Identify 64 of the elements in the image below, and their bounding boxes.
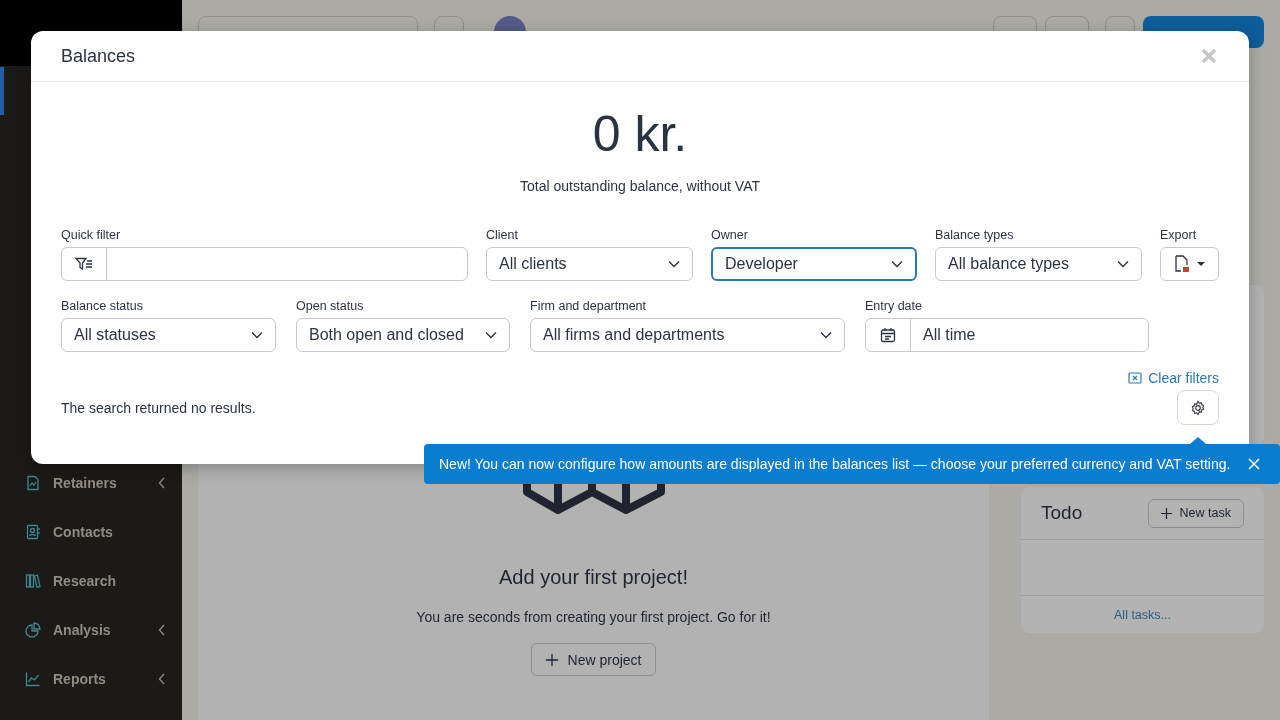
sidebar-label: Analysis [53,621,112,638]
filter-icon [75,257,93,271]
settings-icon [1190,399,1206,416]
total-amount: 0 kr. [591,106,689,162]
empty-state-text: You are seconds from creating your first project. Go for it! [416,609,771,625]
empty-results-text: The search returned no results. [61,400,256,416]
field-label: Balance status [61,299,144,314]
chevron-down-icon [820,331,832,339]
date-field[interactable]: All time [865,318,1149,352]
field-label: Export [1160,228,1198,243]
sidebar-item[interactable]: Reports [0,654,182,703]
dropdown[interactable]: All balance types [935,247,1142,281]
field-label: Quick filter [61,228,122,243]
pie-chart-icon [25,621,41,638]
active-indicator [0,67,4,115]
field-label: Balance types [935,228,1015,243]
chevron-down-icon [485,331,497,339]
sidebar-label: Research [53,572,118,589]
all-tasks-link[interactable]: All tasks... [1114,607,1171,622]
new-project-button[interactable]: New project [530,643,657,676]
plus-icon [545,653,558,666]
sidebar-item[interactable]: Research [0,556,182,605]
dropdown[interactable]: All statuses [61,318,276,352]
sidebar-label: Retainers [53,474,118,491]
input-field[interactable] [61,247,468,281]
dialog-title: Balances [61,45,136,67]
chevron-down-icon [668,260,680,268]
toast-text: New! You can now configure how amounts are displayed in the balances list — choose your preferred currency and VAT setting. [439,456,1231,472]
sidebar-label: Contacts [53,523,114,540]
export-button[interactable] [1160,247,1219,281]
chevron-icon [158,623,166,636]
spreadsheet-file-icon [1173,255,1190,273]
caret-icon [1195,261,1206,267]
line-chart-icon [25,670,41,687]
chevron-down-icon [891,260,903,268]
settings-button[interactable] [1177,390,1219,425]
empty-state-heading: Add your first project! [499,566,688,589]
chevron-icon [158,672,166,685]
books-icon [25,572,41,589]
amount-caption: Total outstanding balance, without VAT [519,178,761,194]
sidebar-item[interactable]: Contacts [0,507,182,556]
field-label: Owner [711,228,749,243]
field-label: Open status [296,299,365,314]
dropdown[interactable]: All firms and departments [530,318,845,352]
field-label: Firm and department [530,299,648,314]
sidebar-item[interactable]: Analysis [0,605,182,654]
new-task-button[interactable]: New task [1147,498,1244,528]
clear-filters-link[interactable]: Clear filters [1128,370,1219,386]
chevron-down-icon [251,331,263,339]
dropdown[interactable]: Developer [711,247,917,281]
dropdown[interactable]: Both open and closed [296,318,510,352]
chevron-down-icon [1117,260,1129,268]
dropdown[interactable]: All clients [486,247,693,281]
document-icon [25,474,41,491]
plus-icon [1160,507,1172,519]
chevron-icon [158,476,166,489]
field-label: Entry date [865,299,923,314]
calendar-icon [880,327,896,343]
field-label: Client [486,228,519,243]
contact-card-icon [25,523,41,540]
sidebar-item[interactable]: Retainers [0,458,182,507]
sidebar-label: Reports [53,670,107,687]
todo-title: Todo [1041,502,1083,524]
clear-icon [1128,372,1143,384]
